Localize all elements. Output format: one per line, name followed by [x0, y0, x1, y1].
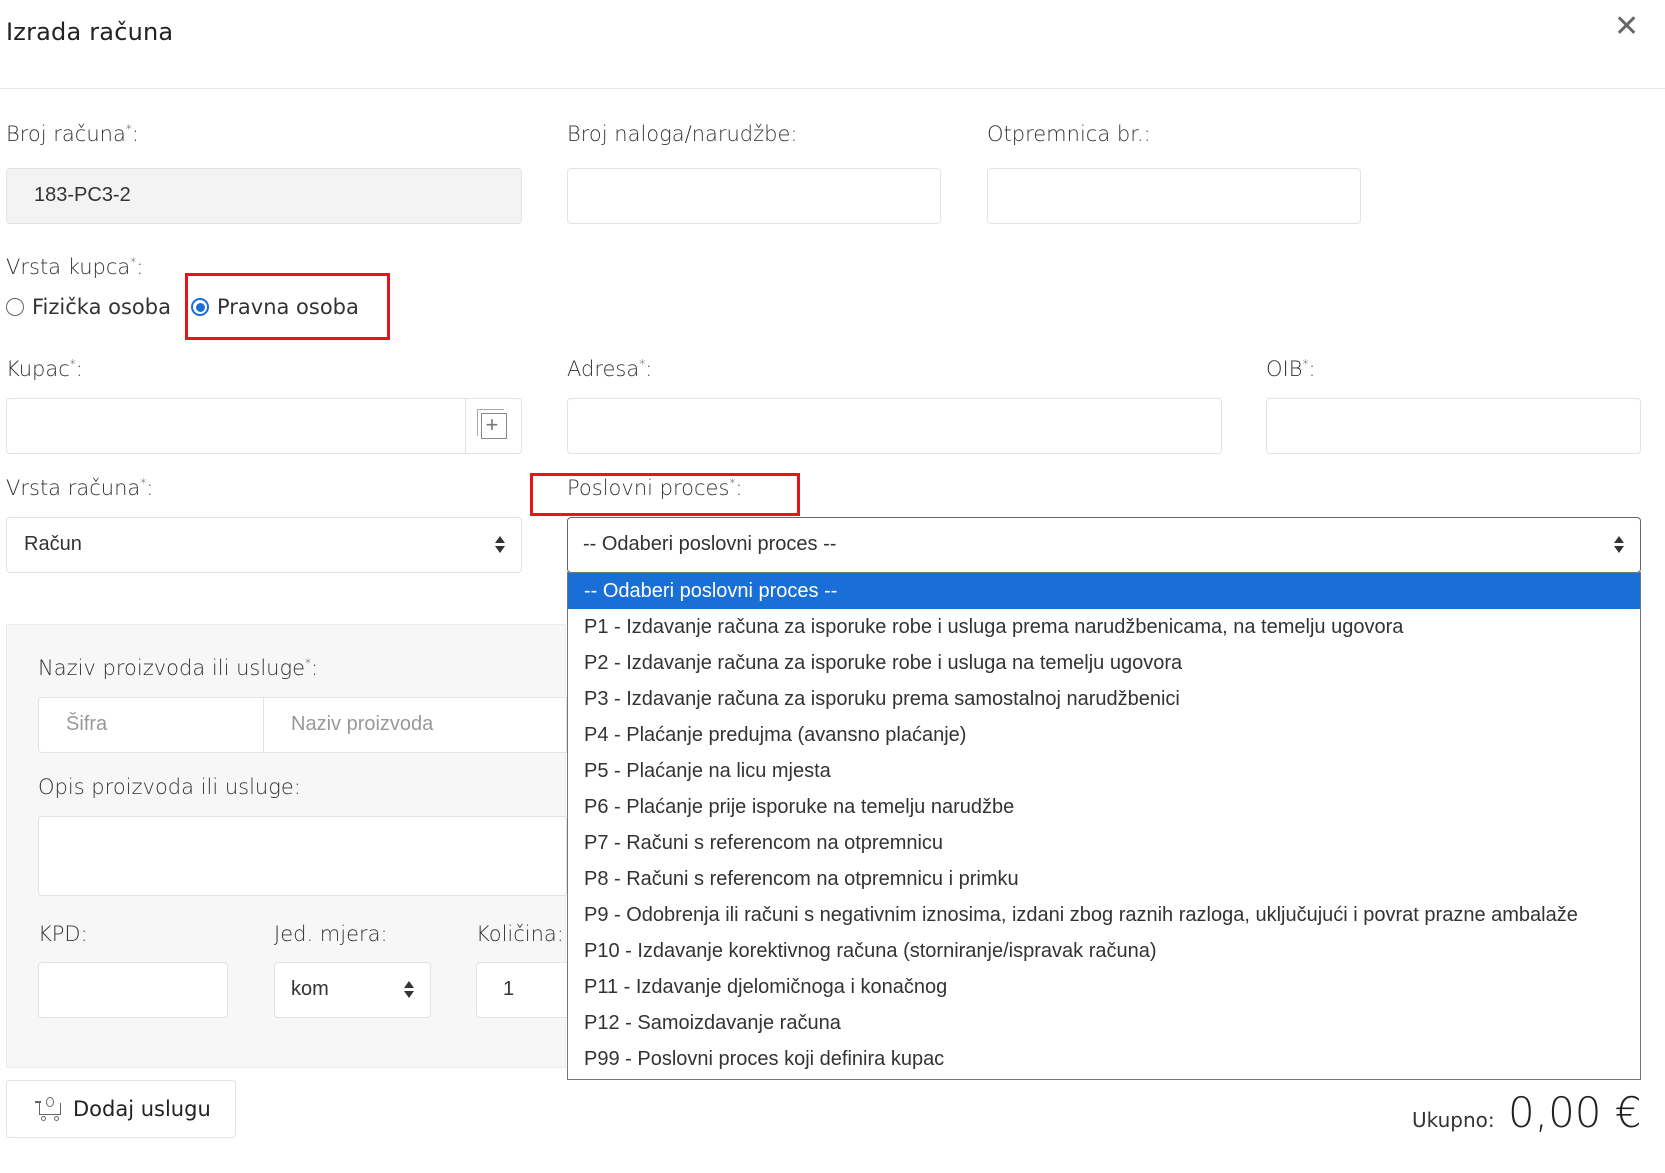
radio-unchecked-icon[interactable]	[6, 298, 24, 316]
total-value: 0,00 €	[1508, 1088, 1642, 1137]
add-customer-button[interactable]: +	[465, 399, 521, 453]
dropdown-option[interactable]: P12 - Samoizdavanje računa	[568, 1005, 1640, 1041]
address-field[interactable]	[567, 398, 1222, 454]
product-code-input[interactable]: Šifra	[38, 697, 264, 753]
oib-label: OIB*:	[1266, 357, 1316, 381]
order-number-label: Broj naloga/narudžbe:	[567, 122, 798, 146]
add-customer-icon: +	[476, 409, 507, 439]
invoice-type-select[interactable]: Račun	[6, 517, 522, 573]
address-label: Adresa*:	[567, 357, 653, 381]
dropdown-option[interactable]: P9 - Odobrenja ili računi s negativnim i…	[568, 897, 1640, 933]
unit-label: Jed. mjera:	[274, 922, 388, 946]
delivery-note-label: Otpremnica br.:	[987, 122, 1151, 146]
dropdown-option[interactable]: P5 - Plaćanje na licu mjesta	[568, 753, 1640, 789]
select-arrows-icon	[495, 536, 505, 554]
modal-title: Izrada računa	[6, 18, 174, 46]
business-process-select[interactable]: -- Odaberi poslovni proces --	[567, 517, 1641, 573]
invoice-type-label: Vrsta računa*:	[6, 476, 154, 500]
kpd-input[interactable]	[38, 962, 228, 1018]
invoice-number-field[interactable]: 183-PC3-2	[6, 168, 522, 224]
dropdown-option[interactable]: P99 - Poslovni proces koji definira kupa…	[568, 1041, 1640, 1077]
customer-type-label: Vrsta kupca*:	[6, 255, 144, 279]
product-description-label: Opis proizvoda ili usluge:	[38, 775, 301, 799]
dropdown-option[interactable]: -- Odaberi poslovni proces --	[568, 573, 1640, 609]
quantity-input[interactable]: 1	[476, 962, 567, 1018]
highlight-box-business-process	[530, 473, 800, 516]
total-label: Ukupno:	[1412, 1108, 1495, 1132]
close-icon[interactable]: ✕	[1614, 12, 1639, 42]
quantity-label: Količina:	[476, 922, 564, 946]
modal-header: Izrada računa ✕	[0, 0, 1665, 89]
dropdown-option[interactable]: P10 - Izdavanje korektivnog računa (stor…	[568, 933, 1640, 969]
select-arrows-icon	[404, 981, 414, 999]
unit-select[interactable]: kom	[274, 962, 431, 1018]
customer-field[interactable]: +	[6, 398, 522, 454]
customer-label: Kupac*:	[6, 357, 83, 381]
product-panel: Naziv proizvoda ili usluge*: Šifra Naziv…	[6, 624, 567, 1068]
dropdown-option[interactable]: P1 - Izdavanje računa za isporuke robe i…	[568, 609, 1640, 645]
product-name-input[interactable]: Naziv proizvoda	[263, 697, 567, 753]
delivery-note-field[interactable]	[987, 168, 1361, 224]
dropdown-option[interactable]: P3 - Izdavanje računa za isporuku prema …	[568, 681, 1640, 717]
dropdown-option[interactable]: P4 - Plaćanje predujma (avansno plaćanje…	[568, 717, 1640, 753]
product-description-input[interactable]	[38, 816, 567, 896]
add-service-button[interactable]: Dodaj uslugu	[6, 1080, 236, 1138]
highlight-box-customer-type	[185, 273, 390, 340]
radio-natural-person[interactable]: Fizička osoba	[6, 295, 171, 319]
kpd-label: KPD:	[38, 922, 88, 946]
dropdown-option[interactable]: P7 - Računi s referencom na otpremnicu	[568, 825, 1640, 861]
add-service-label: Dodaj uslugu	[73, 1097, 211, 1121]
dropdown-option[interactable]: P6 - Plaćanje prije isporuke na temelju …	[568, 789, 1640, 825]
dropdown-option[interactable]: P11 - Izdavanje djelomičnoga i konačnog	[568, 969, 1640, 1005]
cart-download-icon	[35, 1097, 63, 1121]
oib-field[interactable]	[1266, 398, 1641, 454]
product-name-label: Naziv proizvoda ili usluge*:	[38, 656, 319, 680]
dropdown-option[interactable]: P8 - Računi s referencom na otpremnicu i…	[568, 861, 1640, 897]
business-process-dropdown: -- Odaberi poslovni proces -- P1 - Izdav…	[567, 572, 1641, 1080]
invoice-number-label: Broj računa*:	[6, 122, 139, 146]
dropdown-option[interactable]: P2 - Izdavanje računa za isporuke robe i…	[568, 645, 1640, 681]
order-number-field[interactable]	[567, 168, 941, 224]
select-arrows-icon	[1614, 536, 1624, 554]
